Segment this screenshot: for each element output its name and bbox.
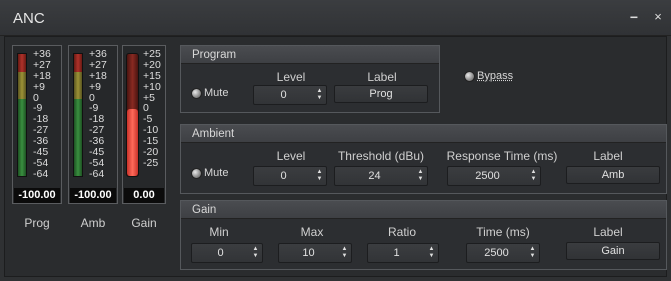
program-label-field[interactable]: Prog (334, 85, 428, 103)
gain-ratio-spinbox[interactable]: 1 ▲ ▼ (367, 243, 439, 263)
program-mute-radio[interactable] (191, 88, 202, 99)
ambient-level-label: Level (276, 149, 306, 163)
ambient-panel: Ambient Mute Level 0 ▲ ▼ Threshold (dBu) … (180, 124, 667, 194)
program-level-label: Level (276, 70, 306, 84)
gain-max-value: 10 (302, 247, 315, 259)
gain-meter-bar (126, 53, 139, 177)
ambient-threshold-spinbox[interactable]: 24 ▲ ▼ (334, 166, 428, 186)
anc-client-area: +36 +27 +18 +9 0 -9 -18 -27 -36 -45 -54 -64 -100.00… (4, 36, 667, 277)
ambient-threshold-value: 24 (368, 170, 381, 182)
bypass-toggle[interactable]: Bypass (464, 69, 514, 85)
ambient-response-value: 2500 (475, 170, 500, 182)
gain-meter-fill (127, 108, 138, 176)
ambient-response-label: Response Time (ms) (446, 149, 558, 163)
spin-arrows-icon[interactable]: ▲ ▼ (340, 246, 349, 261)
gain-max-spinbox[interactable]: 10 ▲ ▼ (278, 243, 352, 263)
title-bar: ANC − × (0, 0, 671, 36)
gain-panel: Gain Min 0 ▲ ▼ Max 10 ▲ ▼ Ratio 1 ▲ ▼ Time … (180, 200, 667, 270)
gain-panel-title: Gain (181, 201, 666, 219)
prog-meter: +36 +27 +18 +9 0 -9 -18 -27 -36 -45 -54 -64 -100.00 (12, 45, 62, 204)
gain-ratio-value: 1 (393, 247, 400, 259)
bypass-label: Bypass (477, 70, 514, 82)
ambient-threshold-label: Threshold (dBu) (337, 149, 425, 163)
spin-arrows-icon[interactable]: ▲ ▼ (416, 169, 425, 184)
ambient-panel-title: Ambient (181, 125, 666, 143)
gain-label-label: Label (593, 225, 623, 239)
close-button[interactable]: × (652, 10, 664, 24)
spin-arrows-icon[interactable]: ▲ ▼ (315, 88, 324, 103)
prog-meter-bar (17, 53, 27, 177)
spin-arrows-icon[interactable]: ▲ ▼ (528, 246, 537, 261)
meter-scale-tick: -64 (33, 167, 49, 180)
spin-arrows-icon[interactable]: ▲ ▼ (315, 169, 324, 184)
program-level-value: 0 (280, 89, 287, 101)
gain-time-label: Time (ms) (476, 225, 530, 239)
spin-arrows-icon[interactable]: ▲ ▼ (251, 246, 260, 261)
gain-ratio-label: Ratio (387, 225, 416, 239)
gain-max-label: Max (300, 225, 324, 239)
gain-meter-readout: 0.00 (124, 188, 164, 203)
ambient-level-value: 0 (280, 170, 287, 182)
ambient-level-spinbox[interactable]: 0 ▲ ▼ (253, 166, 327, 186)
ambient-response-spinbox[interactable]: 2500 ▲ ▼ (447, 166, 541, 186)
gain-time-value: 2500 (484, 247, 509, 259)
meter-scale-tick: +10 (143, 80, 161, 93)
gain-min-value: 0 (217, 247, 224, 259)
bypass-radio[interactable] (464, 71, 475, 82)
spin-arrows-icon[interactable]: ▲ ▼ (529, 169, 538, 184)
meter-scale-tick: -25 (143, 156, 159, 169)
ambient-label-field[interactable]: Amb (566, 166, 660, 184)
amb-meter-name: Amb (80, 216, 106, 230)
gain-min-label: Min (209, 225, 229, 239)
gain-meter-scale: +25 +20 +15 +10 +5 0 -5 -10 -15 -20 -25 (143, 48, 161, 169)
prog-meter-readout: -100.00 (14, 188, 60, 203)
gain-meter: +25 +20 +15 +10 +5 0 -5 -10 -15 -20 -25 0.00 (122, 45, 166, 204)
spin-arrows-icon[interactable]: ▲ ▼ (427, 246, 436, 261)
gain-min-spinbox[interactable]: 0 ▲ ▼ (191, 243, 263, 263)
program-level-spinbox[interactable]: 0 ▲ ▼ (253, 85, 327, 105)
ambient-mute-radio[interactable] (191, 168, 202, 179)
window-title: ANC (13, 10, 45, 27)
meter-scale-tick: +9 (33, 80, 45, 93)
ambient-label-label: Label (593, 149, 623, 163)
program-panel: Program Mute Level 0 ▲ ▼ Label Prog (180, 45, 440, 113)
prog-meter-scale: +36 +27 +18 +9 0 -9 -18 -27 -36 -45 -54 -64 (33, 49, 51, 180)
gain-time-spinbox[interactable]: 2500 ▲ ▼ (466, 243, 540, 263)
amb-meter-readout: -100.00 (70, 188, 116, 203)
amb-meter: +36 +27 +18 +9 0 -9 -18 -27 -36 -45 -54 -64 -100.00 (68, 45, 118, 204)
program-panel-title: Program (181, 46, 439, 64)
program-mute-label: Mute (204, 87, 229, 99)
amb-meter-scale: +36 +27 +18 +9 0 -9 -18 -27 -36 -45 -54 -64 (89, 49, 107, 180)
minimize-button[interactable]: − (628, 10, 640, 24)
prog-meter-name: Prog (24, 216, 50, 230)
program-label-label: Label (367, 70, 397, 84)
meter-scale-tick: -64 (89, 167, 105, 180)
gain-label-field[interactable]: Gain (566, 242, 660, 260)
gain-meter-name: Gain (131, 216, 157, 230)
ambient-mute-label: Mute (204, 167, 229, 179)
meter-scale-tick: +9 (89, 80, 101, 93)
amb-meter-bar (73, 53, 83, 177)
